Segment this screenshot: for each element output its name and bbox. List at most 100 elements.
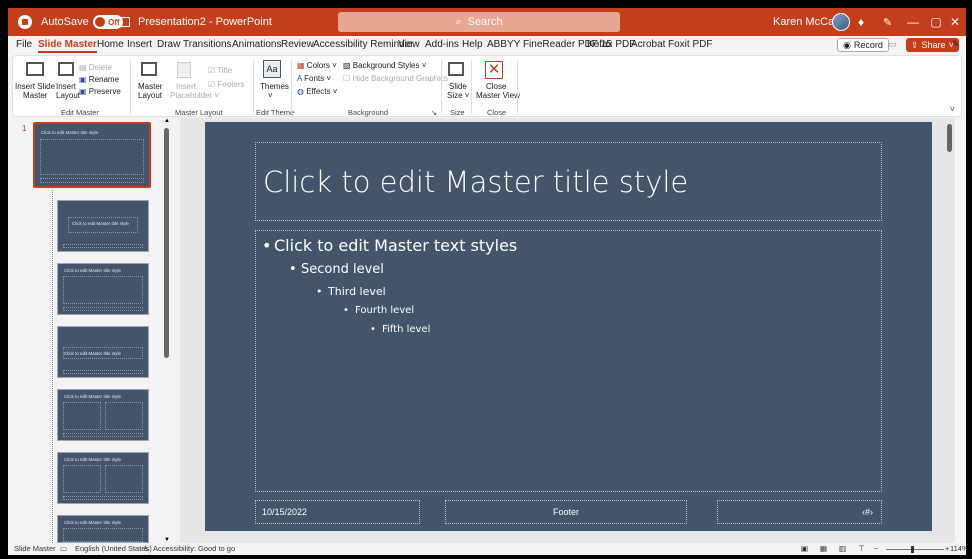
preserve-button[interactable]: ▣ Preserve: [79, 87, 121, 96]
fonts-label: Fonts ˅: [304, 74, 332, 83]
insert-layout-button[interactable]: Insert Layout: [56, 82, 80, 100]
body-placeholder[interactable]: Click to edit Master text styles Second …: [255, 230, 882, 492]
autosave-toggle[interactable]: Off: [92, 15, 123, 29]
thumbnail-scrollbar[interactable]: ▲ ▼: [163, 118, 171, 543]
title-checkbox-label: Title: [217, 66, 233, 75]
tab-kofax-pdf[interactable]: Kofax PDF: [587, 39, 635, 50]
tab-foxit-pdf[interactable]: Foxit PDF: [668, 39, 712, 50]
zoom-slider[interactable]: [886, 549, 944, 550]
ribbon-separator: [291, 60, 292, 114]
ribbon-pen-icon[interactable]: ✎: [952, 39, 960, 50]
ribbon-separator: [471, 60, 472, 114]
slide-sorter-icon[interactable]: ▦: [820, 544, 827, 553]
tab-file[interactable]: File: [16, 39, 32, 50]
tab-review[interactable]: Review: [281, 39, 314, 50]
colors-button[interactable]: ▦ Colors ˅: [297, 61, 337, 70]
fonts-button[interactable]: A Fonts ˅: [297, 74, 331, 83]
colors-label: Colors ˅: [306, 61, 337, 70]
zoom-level[interactable]: 114%: [950, 544, 966, 553]
reading-view-icon[interactable]: ▥: [839, 544, 846, 553]
normal-view-icon[interactable]: ▣: [801, 544, 808, 553]
status-bar: Slide Master ▭ English (United States) ♿…: [8, 543, 966, 555]
spellcheck-icon[interactable]: ▭: [60, 544, 67, 553]
thumbnail-left-placeholder: [63, 465, 101, 493]
premium-diamond-icon[interactable]: ♦: [858, 15, 864, 29]
close-master-view-icon[interactable]: ✕: [485, 61, 503, 79]
thumbnail-footer-placeholder: [63, 433, 143, 437]
tab-add-ins[interactable]: Add-ins: [425, 39, 459, 50]
tab-home[interactable]: Home: [97, 39, 124, 50]
scroll-up-icon[interactable]: ▲: [164, 118, 170, 124]
zoom-slider-handle[interactable]: [911, 546, 914, 553]
slide-size-icon[interactable]: [448, 62, 464, 76]
delete-button[interactable]: ▤ Delete: [79, 63, 112, 72]
thumbnail-master[interactable]: Click to edit Master title style: [33, 122, 151, 188]
group-label-background: Background: [348, 108, 389, 117]
zoom-in-icon[interactable]: +: [945, 544, 949, 553]
slide-number-placeholder[interactable]: ‹#›: [717, 500, 882, 524]
collapse-ribbon-icon[interactable]: ˅: [950, 104, 955, 114]
thumbnail-layout[interactable]: Click to edit Master title style: [57, 389, 149, 441]
tab-help[interactable]: Help: [462, 39, 483, 50]
slide-master[interactable]: Click to edit Master title style Click t…: [205, 122, 932, 531]
user-name[interactable]: Karen McCall: [773, 16, 839, 28]
footers-checkbox: ☑ Footers: [208, 80, 245, 89]
thumbnail-footer-placeholder: [63, 370, 143, 374]
canvas-scrollbar-thumb[interactable]: [947, 124, 952, 152]
layout-connector: [52, 190, 53, 545]
footer-placeholder[interactable]: Footer: [445, 500, 687, 524]
ribbon-separator: [130, 60, 131, 114]
tab-animations[interactable]: Animations: [232, 39, 281, 50]
tab-acrobat[interactable]: Acrobat: [631, 39, 665, 50]
effects-label: Effects ˅: [306, 87, 338, 96]
themes-button[interactable]: Themes ˅: [260, 82, 289, 100]
insert-slide-master-icon[interactable]: [26, 62, 44, 76]
thumbnail-layout[interactable]: Click to edit Master title style: [57, 515, 149, 543]
master-layout-button[interactable]: Master Layout: [138, 82, 162, 100]
zoom-out-icon[interactable]: −: [874, 544, 878, 553]
tab-insert[interactable]: Insert: [127, 39, 152, 50]
slide-number-text: ‹#›: [862, 507, 873, 517]
language-indicator[interactable]: English (United States): [75, 544, 152, 553]
tab-transitions[interactable]: Transitions: [183, 39, 232, 50]
accessibility-status[interactable]: Accessibility: Good to go: [153, 544, 235, 553]
tab-slide-master[interactable]: Slide Master: [38, 39, 97, 53]
slide-size-line2: Size ˅: [447, 91, 470, 100]
thumbnail-layout[interactable]: Click to edit Master title style: [57, 200, 149, 252]
comments-icon[interactable]: ▭: [888, 39, 897, 50]
close-master-view-button[interactable]: Close Master View: [476, 82, 520, 100]
pen-icon[interactable]: ✎: [883, 16, 892, 29]
tab-view[interactable]: View: [398, 39, 420, 50]
background-styles-button[interactable]: ▧ Background Styles ˅: [343, 61, 426, 70]
tab-draw[interactable]: Draw: [157, 39, 180, 50]
slide-number: 1: [22, 124, 27, 133]
insert-layout-icon[interactable]: [58, 62, 74, 76]
effects-button[interactable]: ◍ Effects ˅: [297, 87, 337, 96]
insert-placeholder-line2: Placeholder ˅: [170, 91, 220, 100]
insert-slide-master-button[interactable]: Insert Slide Master: [15, 82, 55, 100]
themes-icon[interactable]: Aa: [263, 60, 281, 78]
scrollbar-thumb[interactable]: [164, 128, 169, 358]
close-button[interactable]: ✕: [942, 15, 966, 29]
rename-button[interactable]: ▣ Rename: [79, 75, 119, 84]
date-placeholder[interactable]: 10/15/2022: [255, 500, 420, 524]
search-box[interactable]: ⌕ Search: [338, 12, 620, 32]
autosave[interactable]: AutoSave Off: [41, 8, 123, 36]
search-icon: ⌕: [455, 15, 462, 28]
dialog-launcher-icon[interactable]: ↘: [431, 108, 437, 117]
title-placeholder[interactable]: Click to edit Master title style: [255, 142, 882, 221]
thumbnail-layout[interactable]: Click to edit Master title style: [57, 326, 149, 378]
slideshow-icon[interactable]: ⊤: [858, 544, 865, 553]
share-button[interactable]: ⇪ Share ˅: [906, 38, 959, 52]
record-button[interactable]: ◉ Record: [837, 38, 889, 52]
title-checkbox: ☑ Title: [208, 66, 233, 75]
share-icon: ⇪: [911, 39, 919, 50]
canvas-scrollbar[interactable]: [945, 118, 955, 543]
avatar[interactable]: [832, 13, 850, 31]
thumbnail-layout[interactable]: Click to edit Master title style: [57, 452, 149, 504]
save-icon[interactable]: [120, 17, 130, 27]
master-layout-icon[interactable]: [141, 62, 157, 76]
ribbon-tabs: File Slide Master Home Insert Draw Trans…: [8, 36, 966, 54]
slide-size-button[interactable]: Slide Size ˅: [447, 82, 469, 100]
thumbnail-layout[interactable]: Click to edit Master title style: [57, 263, 149, 315]
